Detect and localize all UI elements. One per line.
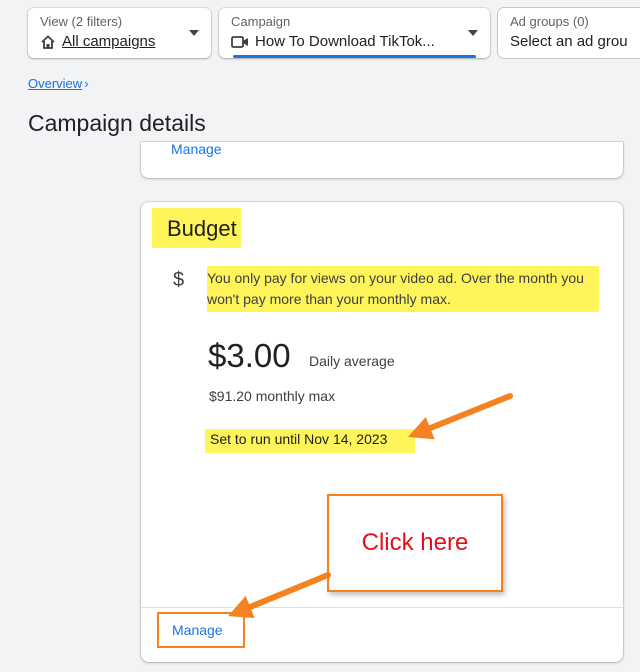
ad-groups-label: Ad groups (0) [510,14,589,29]
chevron-right-icon: › [84,76,89,91]
video-camera-icon [231,36,248,48]
page-title: Campaign details [28,110,206,136]
card-divider [141,607,623,608]
budget-amount: $3.00 [208,337,291,374]
chevron-down-icon [189,30,199,36]
dollar-icon: $ [173,269,185,291]
home-icon [41,35,55,49]
budget-amount-label: Daily average [309,353,395,369]
budget-run-until: Set to run until Nov 14, 2023 [205,429,416,453]
ad-groups-value: Select an ad grou [510,33,628,50]
view-filter-value: All campaigns [62,33,156,50]
budget-manage-link[interactable]: Manage [157,612,245,648]
breadcrumb-overview-link[interactable]: Overview [28,76,82,91]
breadcrumb: Overview › [28,76,89,91]
budget-monthly-max: $91.20 monthly max [209,388,336,404]
view-filter-dropdown[interactable]: View (2 filters) All campaigns [28,8,211,58]
view-filter-label: View (2 filters) [40,14,123,29]
click-here-callout: Click here [327,494,503,592]
budget-card-title: Budget [152,208,241,248]
campaign-selector-label: Campaign [231,14,291,29]
manage-link-previous[interactable]: Manage [171,142,222,157]
ad-groups-selector[interactable]: Ad groups (0) Select an ad grou [498,8,640,58]
campaign-selector[interactable]: Campaign How To Download TikTok... [219,8,490,58]
budget-description: You only pay for views on your video ad.… [207,266,599,312]
settings-card-previous: Manage [141,142,623,178]
campaign-selector-value: How To Download TikTok... [255,33,435,50]
chevron-down-icon [468,30,478,36]
budget-card: Budget $ You only pay for views on your … [141,202,623,662]
active-indicator [233,55,476,58]
